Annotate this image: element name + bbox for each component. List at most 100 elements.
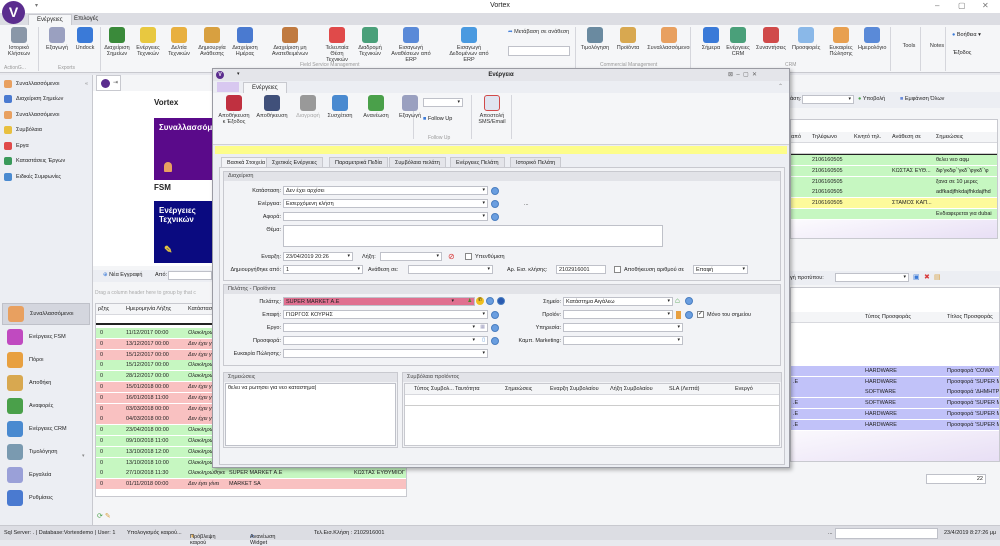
tile-contacts[interactable]: Συναλλασσόμε bbox=[154, 118, 212, 180]
ribbon-button-19[interactable]: Προσφορές bbox=[792, 27, 820, 51]
dialog-button-4[interactable]: Ανανέωση bbox=[359, 95, 393, 119]
table-row[interactable]: 2106160505 θελει νεο αφμ bbox=[791, 154, 997, 167]
table-row[interactable]: 2106160505 ξανα σε 10 μερες bbox=[791, 176, 997, 188]
column-header[interactable]: Τηλέφωνο bbox=[812, 134, 837, 140]
ribbon-button-9[interactable]: Τελευταία Θέση Τεχνικών bbox=[320, 27, 354, 63]
table-row[interactable]: SOFTWARE Προσφορά 'ΔΗΜΗΤΡΗΣ bbox=[791, 387, 999, 399]
tile-technician-actions[interactable]: Ενέργειες Τεχνικών ✎ bbox=[154, 201, 212, 263]
column-header[interactable]: Τίτλος Προσφοράς bbox=[947, 314, 993, 320]
maximize-button[interactable]: ▢ bbox=[958, 1, 966, 10]
product-box-icon[interactable] bbox=[676, 311, 681, 319]
module-2[interactable]: Πόροι bbox=[2, 349, 90, 371]
dialog-button-0[interactable]: Αποθήκευση κ Έξοδος bbox=[217, 95, 251, 125]
nav-item[interactable]: Συναλλασσόμενοι bbox=[4, 110, 59, 119]
project-add-icon[interactable] bbox=[491, 324, 499, 332]
ribbon-button-21[interactable]: Ημερολόγιο bbox=[858, 27, 886, 51]
ribbon-button-12[interactable]: Εισαγωγή Δεδομένων από ERP bbox=[445, 27, 493, 63]
table-row[interactable]: 0 27/10/2018 11:30 Ολοκληρώθηκε SUPER MARKE… bbox=[96, 468, 406, 480]
created-by-select[interactable]: 1 ▾ bbox=[283, 265, 363, 274]
column-header[interactable]: SLA (Λεπτά) bbox=[669, 386, 699, 392]
module-7[interactable]: Εργαλεία bbox=[2, 464, 90, 486]
home-tab[interactable]: ⇥ bbox=[96, 75, 121, 91]
folder-icon[interactable]: ✎ bbox=[105, 513, 111, 520]
module-8[interactable]: Ρυθμίσεις bbox=[2, 487, 90, 509]
nav-item[interactable]: Εργα bbox=[4, 141, 29, 150]
new-record-button[interactable]: ⊕ Νέα Εγγραφή bbox=[103, 272, 142, 278]
module-0[interactable]: Συναλλασσόμενοι bbox=[2, 303, 90, 325]
status-select[interactable]: Δεν έχει αρχίσει ▾ bbox=[283, 186, 488, 195]
module-5[interactable]: Ενέργειες CRM bbox=[2, 418, 90, 440]
offer-select[interactable]: ▾ ▯ bbox=[283, 336, 488, 345]
only-point-checkbox[interactable]: ✓ bbox=[697, 311, 704, 318]
table-row[interactable]: 2106160505 ΚΩΣΤΑΣ ΕΥΘ... δφ'γκδφ΄'γκδ΄'φγκ… bbox=[791, 165, 997, 177]
dialog-button-5[interactable]: Εξαγωγή bbox=[393, 95, 427, 119]
dialog-tab-2[interactable]: Παραμετρικά Πεδία bbox=[329, 157, 388, 167]
table-row[interactable]: .E HARDWARE Προσφορά 'SUPER MAR bbox=[791, 419, 999, 431]
table-row[interactable]: .E SOFTWARE Προσφορά 'SUPER MAR bbox=[791, 398, 999, 410]
close-button[interactable]: ✕ bbox=[982, 1, 989, 10]
dialog-app-menu[interactable] bbox=[217, 82, 239, 92]
customer-select[interactable]: SUPER MARKET A.E ▾ ♟ bbox=[283, 297, 475, 306]
opportunity-select[interactable]: ▾ bbox=[283, 349, 488, 358]
ribbon-button-5[interactable]: Δελτία Τεχνικών bbox=[166, 27, 192, 57]
call-number-input[interactable]: 2102916001 bbox=[556, 265, 606, 274]
module-4[interactable]: Αναφορές bbox=[2, 395, 90, 417]
save-number-select[interactable]: Επαφή ▾ bbox=[693, 265, 748, 274]
submit-button[interactable]: ● Υποβολή bbox=[858, 96, 885, 102]
from-input[interactable] bbox=[168, 271, 212, 280]
ribbon-button-0[interactable]: Ιστορικό Κλήσεων bbox=[4, 27, 34, 57]
ribbon-button-11[interactable]: Εισαγωγή Αναθέσεων από ERP bbox=[388, 27, 434, 63]
ribbon-button-13[interactable]: Τιμολόγηση bbox=[580, 27, 610, 51]
ribbon-button-10[interactable]: Διαδρομή Τεχνικών bbox=[355, 27, 385, 57]
nav-item[interactable]: Διαχείριση Σημείων bbox=[4, 95, 63, 103]
home-icon[interactable]: ⌂ bbox=[675, 296, 680, 305]
nav-item[interactable]: Καταστάσεις Έργων bbox=[4, 157, 65, 165]
ribbon-button-2[interactable]: Undock bbox=[74, 27, 96, 51]
notes-textarea[interactable]: θελει να ρωτησει για νεο καταστημα| bbox=[225, 383, 396, 446]
customer-add-icon[interactable] bbox=[486, 297, 494, 305]
column-header[interactable]: Ταυτότητα bbox=[455, 386, 480, 392]
filter-row[interactable] bbox=[791, 143, 997, 154]
table-row[interactable]: 2106160505 ΣΤΑΜΟΣ ΚΑΠ... bbox=[791, 198, 997, 210]
action-add-icon[interactable] bbox=[491, 200, 499, 208]
save-template-icon[interactable]: ▣ bbox=[913, 273, 920, 281]
exit-button[interactable]: Έξοδος bbox=[953, 50, 971, 56]
dialog-tab-1[interactable]: Σχετικές Ενέργειες bbox=[266, 157, 324, 167]
tab-options[interactable]: Επιλογές bbox=[66, 14, 106, 25]
ribbon-button-4[interactable]: Ενέργειες Τεχνικών bbox=[134, 27, 162, 57]
clear-end-icon[interactable]: ⊘ bbox=[448, 252, 455, 261]
project-select[interactable]: ▾ ▦ bbox=[283, 323, 488, 332]
contact-select[interactable]: ΓΙΩΡΓΟΣ ΚΟΥΡΗΣ ▾ bbox=[283, 310, 488, 319]
app-logo[interactable]: V bbox=[2, 1, 25, 24]
concern-add-icon[interactable] bbox=[491, 213, 499, 221]
new-row[interactable] bbox=[405, 395, 779, 406]
campaign-select[interactable]: ▾ bbox=[563, 336, 683, 345]
ribbon-button-14[interactable]: Προϊόντα bbox=[615, 27, 641, 51]
more-modules-chevron-icon[interactable]: ▾ bbox=[82, 453, 85, 459]
module-6[interactable]: Τιμολόγηση bbox=[2, 441, 90, 463]
follow-up-button[interactable]: ■ Follow Up bbox=[423, 116, 452, 122]
point-add-icon[interactable] bbox=[685, 297, 693, 305]
end-datetime[interactable]: ▾ bbox=[380, 252, 442, 261]
dialog-button-1[interactable]: Αποθήκευση bbox=[255, 95, 289, 119]
dialog-window-controls[interactable]: ⊠ – ▢ ✕ bbox=[728, 71, 757, 78]
column-header[interactable]: Τύπος Συμβολ... bbox=[414, 386, 454, 392]
transfer-input[interactable] bbox=[508, 46, 570, 56]
filter-select[interactable]: ▾ bbox=[802, 95, 854, 104]
collapse-ribbon-icon[interactable]: ⌃ bbox=[778, 83, 783, 90]
ribbon-button-17[interactable]: Ενέργειες CRM bbox=[726, 27, 750, 57]
refresh-icon[interactable]: ⟳ bbox=[97, 513, 103, 520]
action-select[interactable]: Εισερχόμενη κλήση ▾ bbox=[283, 199, 488, 208]
dialog-tab-3[interactable]: Συμβόλαια πελάτη bbox=[389, 157, 446, 167]
point-select[interactable]: Κατάστημα Αιγάλεω ▾ bbox=[563, 297, 673, 306]
start-datetime[interactable]: 23/04/2019 20:26 ▾ bbox=[283, 252, 353, 261]
dialog-tab-0[interactable]: Βασικά Στοιχεία bbox=[221, 157, 272, 167]
column-header[interactable]: Ημερομηνία Λήξης bbox=[126, 306, 171, 312]
subject-textarea[interactable] bbox=[283, 225, 663, 247]
project-icon[interactable]: ▦ bbox=[480, 324, 485, 330]
module-3[interactable]: Αποθήκη bbox=[2, 372, 90, 394]
table-row[interactable]: HARDWARE Προσφορά 'COWA' bbox=[791, 366, 999, 377]
contact-add-icon[interactable] bbox=[491, 311, 499, 319]
reminder-checkbox[interactable] bbox=[465, 253, 472, 260]
dialog-tab-5[interactable]: Ιστορικό Πελάτη bbox=[510, 157, 562, 167]
